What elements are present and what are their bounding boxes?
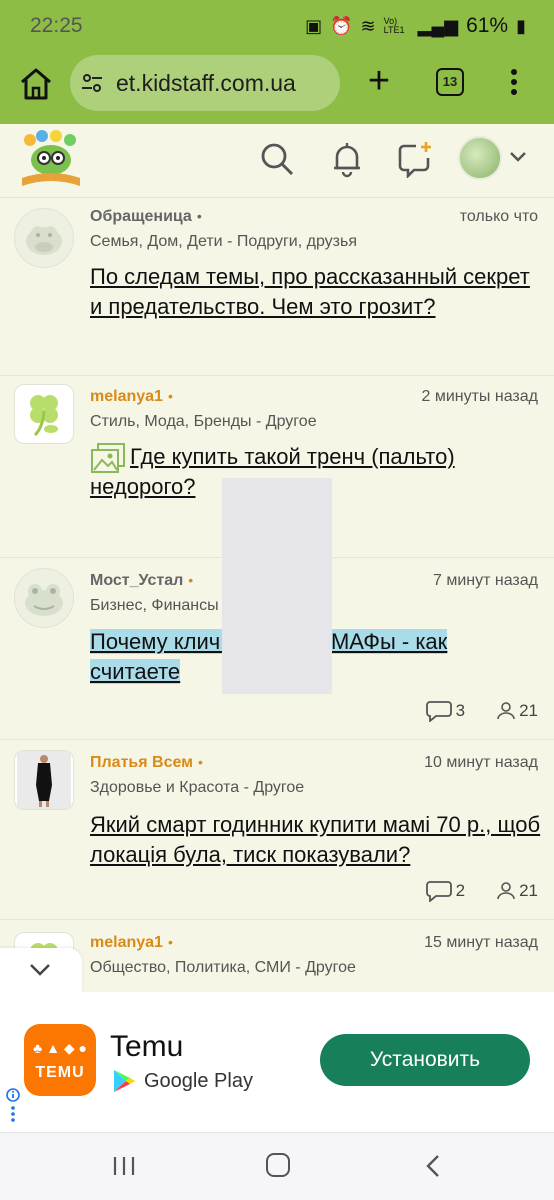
battery-level: 61% (466, 14, 509, 37)
comment-icon (425, 881, 452, 902)
author-name[interactable]: Платья Всем • (90, 754, 203, 772)
feed-item: Платья Всем • 10 минут назад Здоровье и К… (0, 740, 554, 920)
hippo-placeholder-icon (26, 226, 62, 255)
battery-icon: ▮ (516, 15, 526, 36)
frog-placeholder-icon (25, 584, 63, 616)
browser-menu-button[interactable] (506, 66, 522, 100)
author-avatar[interactable] (14, 750, 74, 810)
comment-count: 3 (455, 701, 466, 720)
feed-item: Обращеница • только что Семья, Дом, Дети … (0, 198, 554, 376)
new-topic-icon[interactable] (396, 140, 434, 178)
temu-app-icon[interactable]: ♣ ▲ ◆ ● TEMU (24, 1024, 96, 1096)
author-name[interactable]: melanya1 • (90, 388, 173, 406)
chevron-down-icon (30, 964, 50, 976)
feed-item: melanya1 • 15 минут назад Общество, Полит… (0, 920, 554, 992)
url-text: et.kidstaff.com.ua (116, 70, 296, 96)
browser-home-button[interactable] (16, 64, 56, 104)
temu-logo-text: TEMU (35, 1064, 85, 1081)
tab-switcher-button[interactable]: 13 (436, 68, 464, 96)
notification-icon: ▣ (305, 15, 323, 36)
post-category[interactable]: Здоровье и Красота - Другое (90, 779, 304, 797)
clover-icon (30, 395, 58, 437)
post-stats: 3 21 (425, 700, 538, 722)
loading-overlay (222, 478, 332, 694)
post-category[interactable]: Бизнес, Финансы (90, 597, 219, 615)
online-dot: • (198, 754, 203, 770)
user-icon (497, 702, 515, 720)
dress-photo (17, 751, 71, 809)
online-dot: • (188, 572, 194, 588)
post-time: 10 минут назад (424, 754, 538, 771)
post-time: 15 минут назад (424, 934, 538, 951)
ad-info-icon[interactable] (6, 1088, 20, 1128)
wifi-icon: ≋ (360, 15, 376, 36)
new-tab-button[interactable]: + (362, 62, 396, 102)
user-avatar[interactable] (458, 136, 502, 180)
signal-icon: ▂▄▆ (417, 15, 459, 36)
back-icon[interactable] (424, 1153, 442, 1179)
post-category[interactable]: Стиль, Мода, Бренды - Другое (90, 413, 317, 431)
alarm-icon: ⏰ (330, 15, 353, 36)
comment-count: 2 (455, 881, 466, 900)
online-dot: • (167, 934, 173, 950)
google-play-label: Google Play (112, 1068, 253, 1094)
chevron-down-icon[interactable] (508, 150, 528, 164)
bell-icon[interactable] (328, 140, 366, 178)
search-icon[interactable] (258, 140, 296, 178)
post-title-link[interactable]: По следам темы, про рассказанный секрет … (90, 262, 542, 322)
collapse-ad-button[interactable] (0, 948, 82, 992)
recent-apps-icon[interactable] (112, 1155, 136, 1177)
post-time: 2 минуты назад (421, 388, 538, 405)
network-label: Vo) LTE1 (383, 16, 405, 35)
participant-count: 21 (519, 881, 538, 900)
author-avatar[interactable] (14, 568, 74, 628)
home-icon (21, 68, 51, 100)
user-icon (497, 882, 515, 900)
online-dot: • (196, 208, 202, 224)
status-icons: ▣ ⏰ ≋ Vo) LTE1 ▂▄▆ 61% ▮ (305, 14, 526, 38)
temu-logo-glyphs: ♣ ▲ ◆ ● (33, 1040, 87, 1056)
install-button[interactable]: Установить (320, 1034, 530, 1086)
author-name[interactable]: Обращеница • (90, 208, 202, 226)
address-bar[interactable]: et.kidstaff.com.ua (70, 55, 340, 111)
site-settings-icon (82, 74, 102, 92)
post-stats: 2 21 (425, 880, 538, 902)
status-bar: 22:25 ▣ ⏰ ≋ Vo) LTE1 ▂▄▆ 61% ▮ (0, 0, 554, 52)
post-time: только что (459, 208, 538, 225)
online-dot: • (167, 388, 173, 404)
post-category[interactable]: Семья, Дом, Дети - Подруги, друзья (90, 233, 357, 251)
author-name[interactable]: Мост_Устал • (90, 572, 193, 590)
ad-banner[interactable]: ♣ ▲ ◆ ● TEMU Temu Google Play Установить (0, 992, 554, 1132)
author-name[interactable]: melanya1 • (90, 934, 173, 952)
kidstaff-logo[interactable] (16, 130, 86, 190)
post-time: 7 минут назад (432, 572, 538, 589)
browser-toolbar: et.kidstaff.com.ua + 13 (0, 52, 554, 124)
site-header (0, 124, 554, 198)
comment-icon (425, 701, 452, 722)
participant-count: 21 (519, 701, 538, 720)
home-nav-icon[interactable] (266, 1153, 290, 1177)
author-avatar[interactable] (14, 208, 74, 268)
google-play-icon (114, 1070, 135, 1092)
post-category[interactable]: Общество, Политика, СМИ - Другое (90, 959, 356, 977)
post-title-link[interactable]: Який смарт годинник купити мамі 70 р., щ… (90, 810, 542, 870)
ad-app-name[interactable]: Temu (110, 1030, 183, 1064)
store-name: Google Play (144, 1069, 253, 1092)
system-nav-bar (0, 1132, 554, 1200)
author-avatar[interactable] (14, 384, 74, 444)
